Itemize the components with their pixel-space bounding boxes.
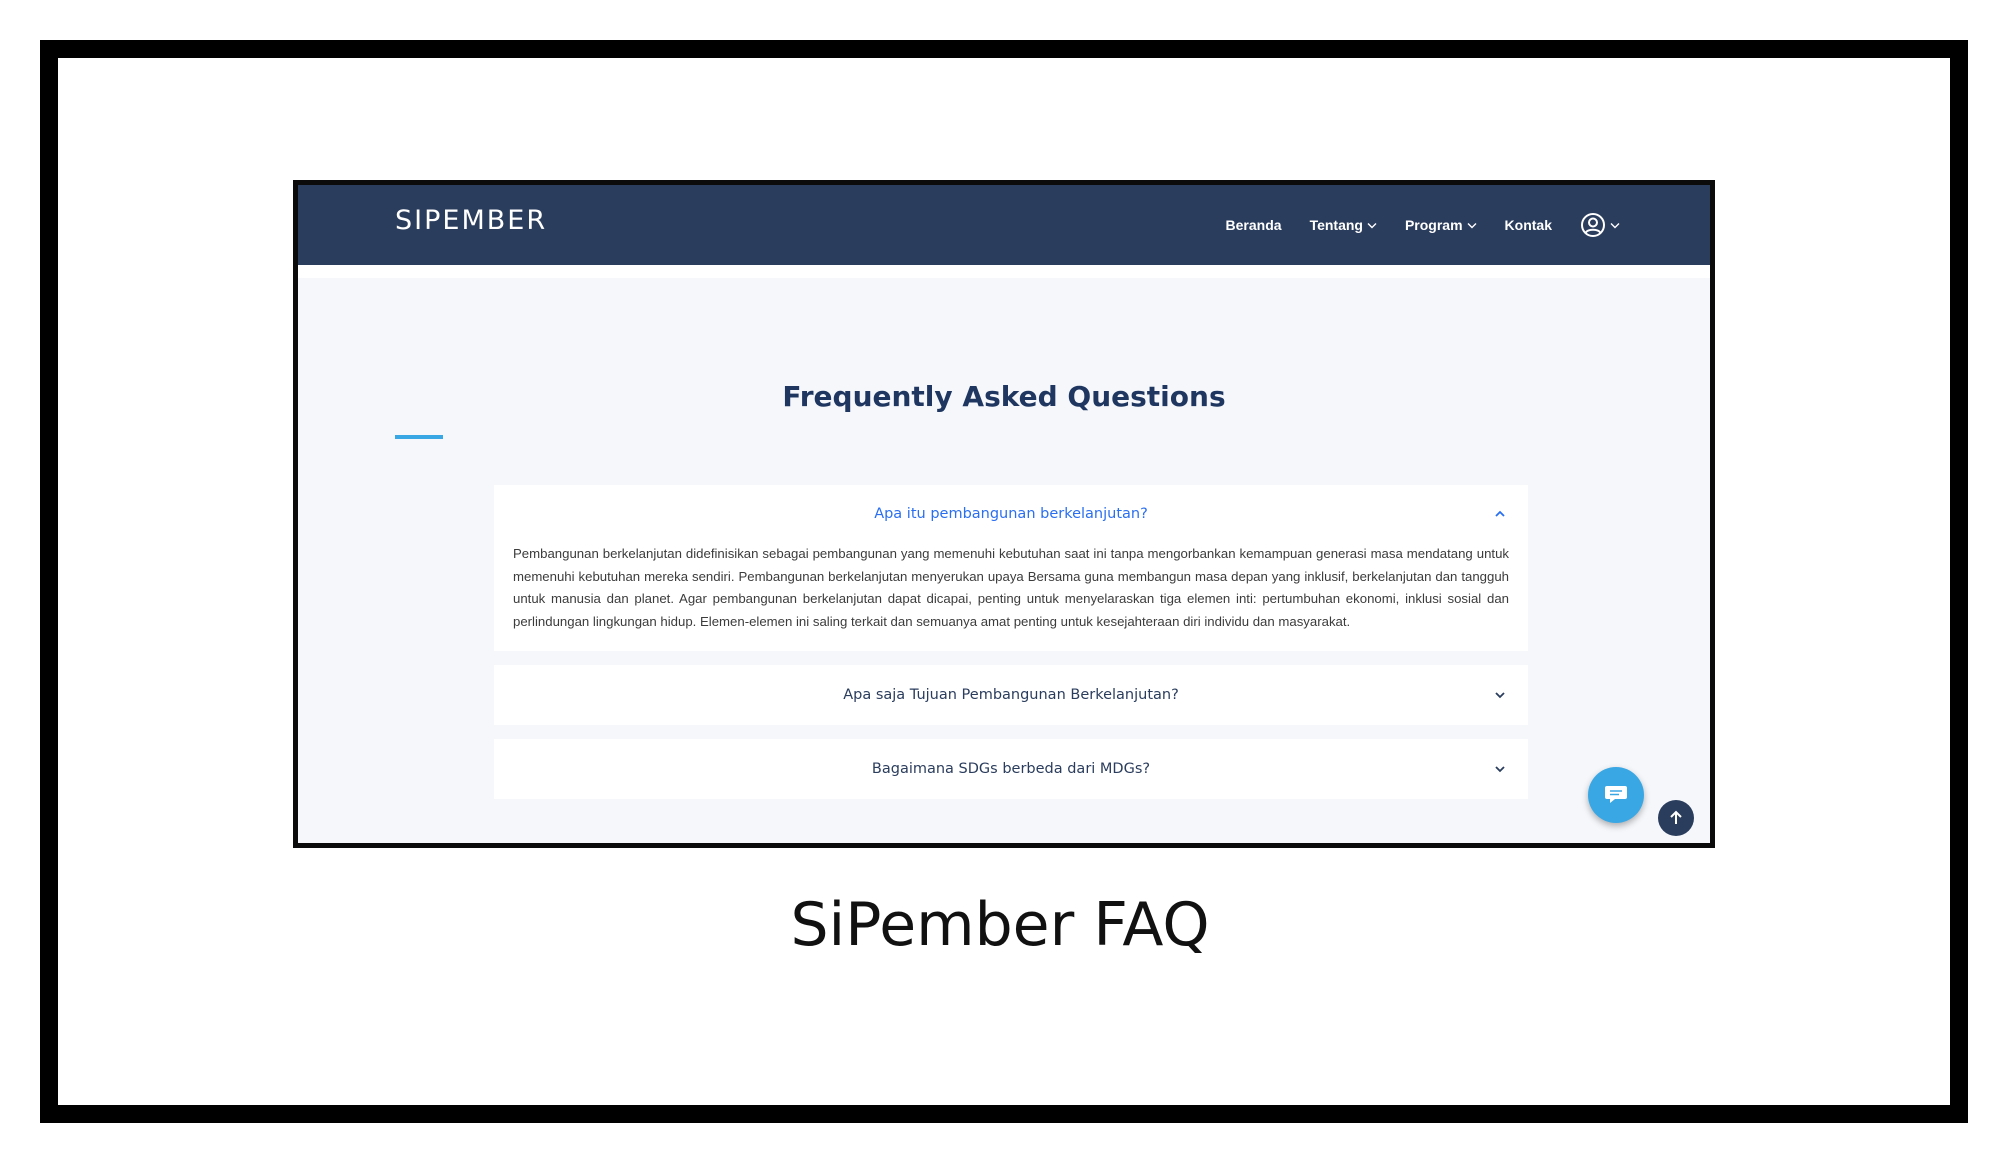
- nav-kontak-label: Kontak: [1504, 217, 1552, 233]
- faq-question: Bagaimana SDGs berbeda dari MDGs?: [871, 761, 1151, 777]
- chevron-up-icon: [1495, 510, 1505, 517]
- chevron-down-icon: [1610, 222, 1620, 228]
- chat-button[interactable]: [1588, 767, 1644, 823]
- accent-bar: [395, 435, 443, 439]
- faq-item: Bagaimana SDGs berbeda dari MDGs?: [494, 739, 1528, 799]
- nav-program-label: Program: [1404, 217, 1463, 233]
- chevron-down-icon: [1367, 222, 1377, 228]
- faq-list: Apa itu pembangunan berkelanjutan? Pemba…: [494, 485, 1528, 813]
- faq-question: Apa itu pembangunan berkelanjutan?: [874, 506, 1148, 522]
- faq-question-toggle[interactable]: Apa saja Tujuan Pembangunan Berkelanjuta…: [494, 665, 1528, 725]
- chevron-down-icon: [1467, 222, 1477, 228]
- nav-tentang[interactable]: Tentang: [1310, 217, 1377, 233]
- faq-question: Apa saja Tujuan Pembangunan Berkelanjuta…: [843, 687, 1179, 703]
- navbar-divider: [298, 265, 1710, 278]
- page-title: Frequently Asked Questions: [782, 380, 1226, 413]
- slide-caption: SiPember FAQ: [790, 890, 1210, 960]
- chevron-down-icon: [1495, 692, 1505, 699]
- nav-kontak[interactable]: Kontak: [1505, 217, 1552, 233]
- faq-answer: Pembangunan berkelanjutan didefinisikan …: [513, 546, 1509, 629]
- navbar: SIPEMBER Beranda Tentang Program Kontak: [298, 185, 1710, 265]
- nav-links: Beranda Tentang Program Kontak: [1198, 207, 1620, 243]
- nav-program[interactable]: Program: [1405, 217, 1477, 233]
- nav-beranda-label: Beranda: [1225, 217, 1282, 233]
- nav-beranda[interactable]: Beranda: [1226, 217, 1282, 233]
- faq-item: Apa itu pembangunan berkelanjutan? Pemba…: [494, 485, 1528, 651]
- faq-item: Apa saja Tujuan Pembangunan Berkelanjuta…: [494, 665, 1528, 725]
- arrow-up-icon: [1670, 810, 1682, 824]
- faq-question-toggle[interactable]: Apa itu pembangunan berkelanjutan?: [494, 485, 1528, 543]
- user-menu[interactable]: [1580, 212, 1620, 238]
- scroll-top-button[interactable]: [1658, 800, 1694, 836]
- nav-tentang-label: Tentang: [1309, 217, 1363, 233]
- chat-bubble-icon: [1605, 786, 1627, 803]
- faq-question-toggle[interactable]: Bagaimana SDGs berbeda dari MDGs?: [494, 739, 1528, 799]
- website-screenshot: SIPEMBER Beranda Tentang Program Kontak: [293, 180, 1715, 848]
- user-circle-icon: [1581, 213, 1605, 237]
- site-logo[interactable]: SIPEMBER: [395, 205, 547, 236]
- chevron-down-icon: [1495, 766, 1505, 773]
